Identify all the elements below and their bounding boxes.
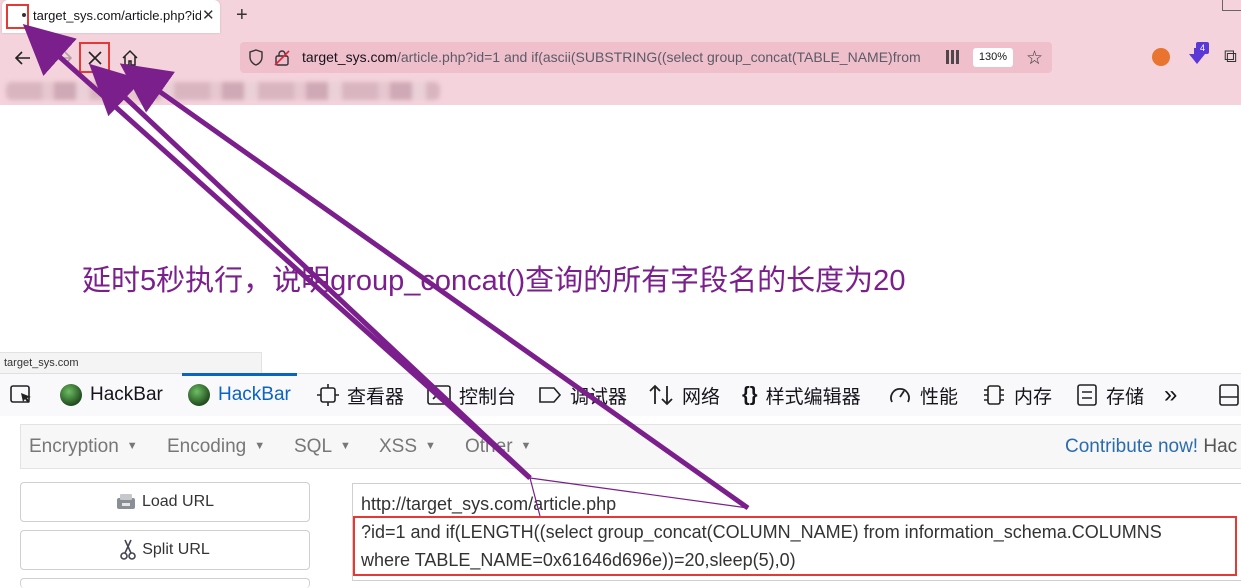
zoom-level-badge[interactable]: 130%	[973, 48, 1013, 67]
highlight-stop-button	[79, 42, 110, 73]
url-host: target_sys.com	[302, 49, 397, 65]
caret-down-icon: ▼	[254, 440, 266, 453]
gauge-icon	[888, 384, 912, 406]
hackbar-menubar: Encryption ▼ Encoding ▼ SQL ▼ XSS ▼ Other ▼ C…	[20, 424, 1241, 469]
contribute-label: Contribute now!	[1065, 436, 1199, 457]
network-icon	[648, 384, 674, 406]
menu-sql[interactable]: SQL ▼	[294, 425, 351, 468]
extension-icon[interactable]	[1152, 48, 1170, 66]
tab-label: 调试器	[570, 386, 628, 408]
url-line: http://target_sys.com/article.php	[361, 494, 617, 514]
dock-toggle-button[interactable]	[1218, 374, 1241, 416]
home-icon	[122, 49, 138, 66]
highlight-payload	[353, 516, 1237, 576]
qr-code-icon[interactable]	[946, 50, 960, 64]
hackbar-icon	[60, 384, 82, 406]
memory-chip-icon	[982, 384, 1006, 406]
tab-style-editor[interactable]: {} 样式编辑器	[742, 374, 861, 416]
storage-icon	[1076, 384, 1098, 406]
style-editor-icon: {}	[742, 383, 758, 406]
bookmarks-bar-blurred	[6, 82, 440, 100]
arrow-right-icon	[57, 51, 73, 65]
menu-label: Encryption	[29, 436, 119, 457]
tab-inspector[interactable]: 查看器	[317, 374, 404, 416]
load-url-button[interactable]: Load URL	[20, 482, 310, 522]
tab-label: HackBar	[218, 384, 291, 405]
menu-label: Other	[465, 436, 513, 457]
forward-button[interactable]	[50, 44, 78, 72]
tab-close-icon[interactable]: ✕	[202, 6, 215, 24]
hackbar-icon	[188, 384, 210, 406]
tab-debugger[interactable]: 调试器	[538, 374, 627, 416]
url-text: target_sys.com/article.php?id=1 and if(a…	[302, 49, 934, 65]
more-tabs-button[interactable]: »	[1164, 374, 1177, 416]
debugger-icon	[538, 386, 562, 404]
menu-encryption[interactable]: Encryption ▼	[29, 425, 138, 468]
tab-label: 控制台	[459, 386, 517, 408]
highlight-loading-dot	[6, 4, 29, 29]
insecure-lock-icon[interactable]	[274, 49, 290, 66]
browser-tab[interactable]: target_sys.com/article.php?id ✕	[2, 0, 220, 33]
bookmark-star-icon[interactable]: ☆	[1026, 47, 1043, 70]
shield-icon[interactable]	[248, 49, 264, 66]
menu-encoding[interactable]: Encoding ▼	[167, 425, 265, 468]
menu-label: XSS	[379, 436, 418, 457]
tab-label: HackBar	[90, 384, 163, 405]
address-bar[interactable]: target_sys.com/article.php?id=1 and if(a…	[240, 42, 1052, 73]
load-url-label: Load URL	[141, 493, 215, 510]
tab-label: 存储	[1106, 386, 1145, 408]
tab-label: 查看器	[347, 386, 405, 408]
caret-down-icon: ▼	[126, 440, 138, 453]
tab-label: 内存	[1014, 386, 1053, 408]
console-icon	[427, 385, 451, 405]
tab-label: 样式编辑器	[765, 386, 861, 408]
split-url-button[interactable]: Split URL	[20, 530, 310, 570]
tab-storage[interactable]: 存储	[1076, 374, 1144, 416]
menu-label: SQL	[294, 436, 333, 457]
home-button[interactable]	[116, 44, 144, 72]
browser-chrome: target_sys.com/article.php?id ✕ + target…	[0, 0, 1241, 105]
tab-hackbar-1[interactable]: HackBar	[60, 374, 163, 416]
caret-down-icon: ▼	[520, 440, 532, 453]
caret-down-icon: ▼	[425, 440, 436, 453]
annotation-caption: 延时5秒执行，说明group_concat()查询的所有字段名的长度为20	[82, 265, 906, 297]
tab-label: 性能	[920, 386, 959, 408]
new-tab-button[interactable]: +	[236, 4, 248, 27]
menu-label: Encoding	[167, 436, 247, 457]
contribute-rest: Hac	[1198, 436, 1238, 457]
tab-network[interactable]: 网络	[648, 374, 720, 416]
url-path: /article.php?id=1 and if(ascii(SUBSTRING…	[396, 49, 921, 65]
tab-title: target_sys.com/article.php?id	[33, 8, 201, 23]
inspector-icon	[317, 384, 339, 406]
window-control[interactable]	[1222, 0, 1241, 11]
caret-down-icon: ▼	[340, 440, 351, 453]
menu-other[interactable]: Other ▼	[465, 425, 531, 468]
contribute-link[interactable]: Contribute now! Hac	[1065, 425, 1237, 468]
scissors-icon	[120, 539, 137, 561]
status-url: target_sys.com	[0, 352, 262, 373]
tab-hackbar-2[interactable]: HackBar	[182, 373, 297, 416]
split-url-label: Split URL	[142, 541, 210, 558]
pick-element-icon	[10, 384, 34, 406]
puzzle-icon[interactable]: ⧉	[1224, 46, 1237, 67]
arrow-left-icon	[14, 51, 30, 65]
devtools-toolbar: HackBar HackBar 查看器 控制台 调试器 网络 {} 样式编辑器 …	[0, 373, 1241, 417]
element-picker-button[interactable]	[10, 374, 42, 416]
load-url-icon	[116, 493, 136, 511]
tab-memory[interactable]: 内存	[982, 374, 1052, 416]
extension-badge: 4	[1196, 42, 1209, 54]
dock-icon	[1218, 383, 1240, 407]
menu-xss[interactable]: XSS ▼	[379, 425, 436, 468]
tab-performance[interactable]: 性能	[888, 374, 958, 416]
next-button-partial[interactable]	[20, 578, 310, 588]
tab-console[interactable]: 控制台	[427, 374, 516, 416]
tab-label: 网络	[682, 386, 721, 408]
back-button[interactable]	[9, 44, 37, 72]
